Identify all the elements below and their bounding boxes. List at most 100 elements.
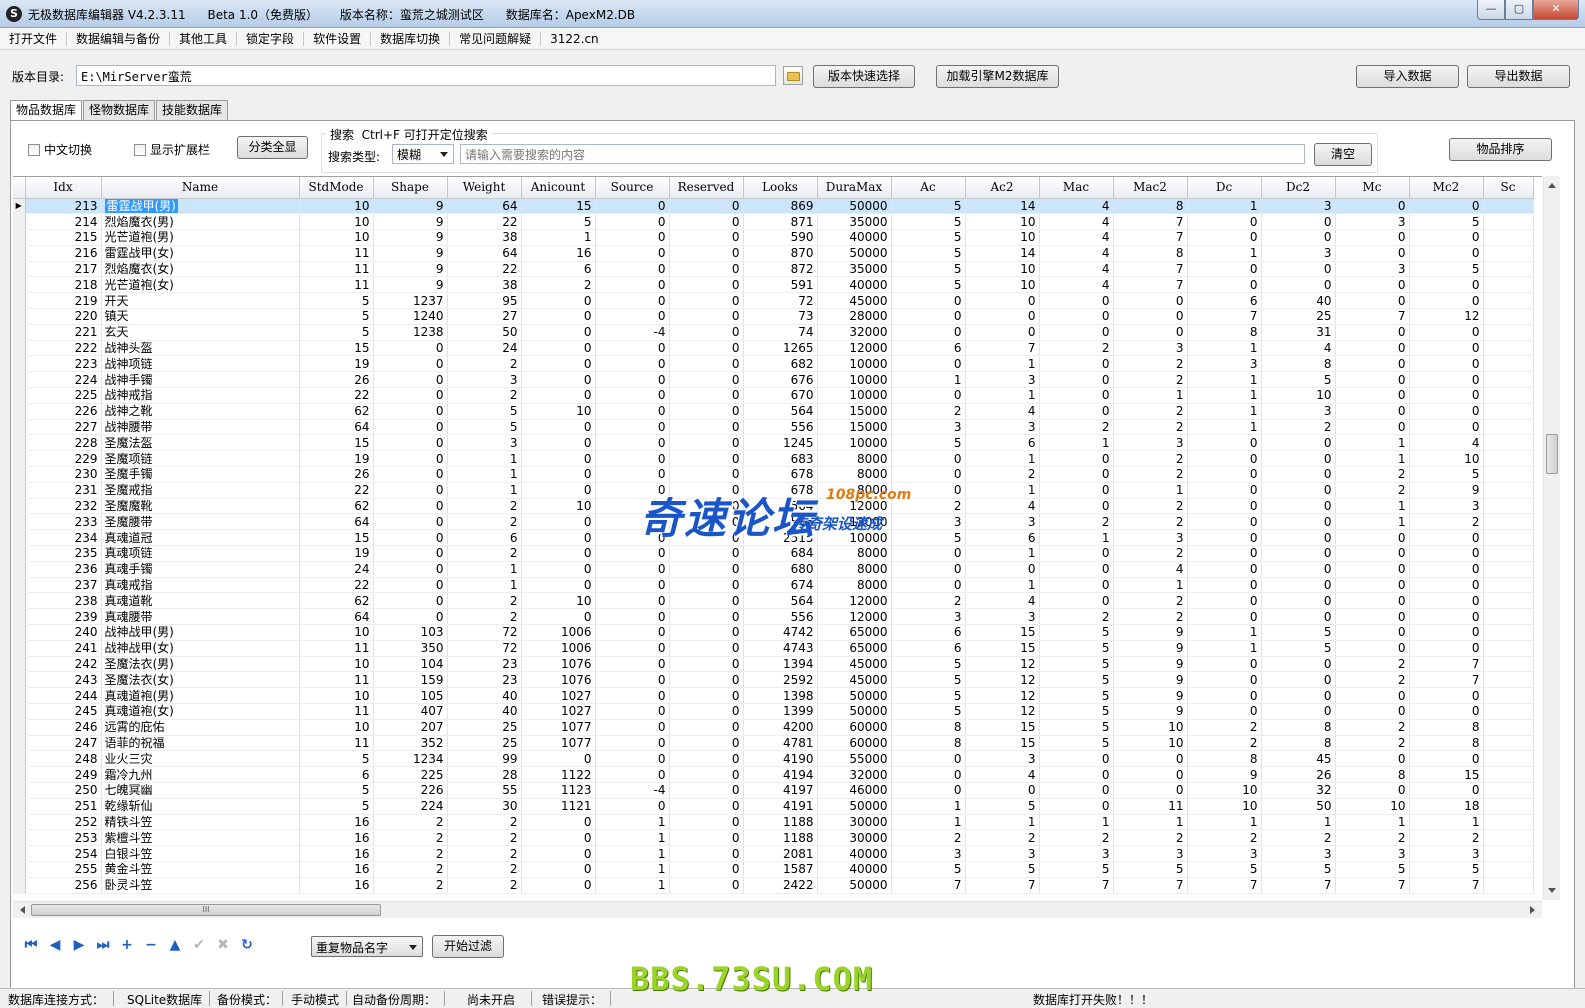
cell-mc2[interactable]: 0 — [1409, 640, 1484, 657]
cell-source[interactable]: 0 — [595, 640, 670, 657]
cell-name[interactable]: 真魂道袍(男) — [101, 687, 300, 704]
cell-mac2[interactable]: 2 — [1113, 450, 1188, 468]
cell-ac2[interactable]: 4 — [965, 403, 1040, 420]
cell-duramax[interactable]: 8000 — [817, 466, 892, 483]
cell-mc[interactable]: 0 — [1335, 229, 1410, 246]
cell-ac2[interactable]: 7 — [965, 877, 1040, 894]
cell-shape[interactable]: 226 — [373, 782, 448, 799]
row-indicator[interactable] — [13, 782, 26, 799]
cell-ac2[interactable]: 15 — [965, 640, 1040, 657]
cell-looks[interactable]: 870 — [743, 245, 818, 262]
maximize-icon[interactable]: ▢ — [1505, 0, 1533, 20]
cell-shape[interactable]: 2 — [373, 814, 448, 831]
cell-ac[interactable]: 5 — [891, 687, 966, 704]
cell-ac2[interactable]: 1 — [965, 482, 1040, 499]
cell-mc2[interactable]: 7 — [1409, 877, 1484, 894]
table-row[interactable]: 230 圣魔手镯 26 0 1 0 0 0 678 8000 0 2 0 2 0 0 2 5 — [13, 466, 1534, 483]
cell-mac[interactable]: 0 — [1039, 466, 1114, 483]
row-indicator[interactable] — [13, 861, 26, 878]
cell-mc[interactable]: 1 — [1335, 814, 1410, 831]
cell-stdmode[interactable]: 11 — [299, 261, 374, 278]
cell-ac2[interactable]: 5 — [965, 798, 1040, 815]
cell-mc[interactable]: 5 — [1335, 861, 1410, 878]
cell-mac2[interactable]: 2 — [1113, 545, 1188, 562]
cell-shape[interactable]: 105 — [373, 687, 448, 704]
cell-source[interactable]: 0 — [595, 387, 670, 404]
cell-stdmode[interactable]: 16 — [299, 845, 374, 862]
cell-looks[interactable]: 564 — [743, 498, 818, 515]
cell-dc[interactable]: 3 — [1187, 845, 1262, 862]
cell-weight[interactable]: 64 — [447, 245, 522, 262]
cell-ac2[interactable]: 6 — [965, 434, 1040, 452]
cell-stdmode[interactable]: 10 — [299, 213, 374, 231]
cell-stdmode[interactable]: 10 — [299, 229, 374, 246]
cell-mac[interactable]: 0 — [1039, 782, 1114, 799]
cell-anicount[interactable]: 0 — [521, 529, 596, 547]
vertical-scrollbar[interactable] — [1543, 176, 1560, 900]
table-row[interactable]: 243 圣魔法衣(女) 11 159 23 1076 0 0 2592 45000 5 12 5 9 0 0 2… — [13, 671, 1534, 689]
cell-idx[interactable]: 224 — [25, 371, 102, 389]
cell-mc2[interactable]: 0 — [1409, 687, 1484, 704]
cell-source[interactable]: 0 — [595, 513, 670, 531]
cell-anicount[interactable]: 0 — [521, 292, 596, 310]
cell-reserved[interactable]: 0 — [669, 213, 744, 231]
cell-name[interactable]: 乾缘斩仙 — [101, 798, 300, 815]
column-header-mc2[interactable]: Mc2 — [1409, 177, 1484, 199]
cell-looks[interactable]: 674 — [743, 577, 818, 594]
menu-edit-backup[interactable]: 数据编辑与备份 — [67, 31, 171, 46]
cell-mc2[interactable]: 0 — [1409, 371, 1484, 389]
cell-mac2[interactable]: 8 — [1113, 245, 1188, 262]
cell-mc[interactable]: 1 — [1335, 450, 1410, 468]
cell-dc2[interactable]: 8 — [1261, 355, 1336, 373]
cell-shape[interactable]: 103 — [373, 624, 448, 641]
cell-idx[interactable]: 226 — [25, 403, 102, 420]
cell-name[interactable]: 业火三灾 — [101, 750, 300, 768]
cell-dc2[interactable]: 2 — [1261, 419, 1336, 436]
tab-monster-db[interactable]: 怪物数据库 — [83, 100, 156, 120]
cell-anicount[interactable]: 1027 — [521, 687, 596, 704]
cell-mac2[interactable]: 2 — [1113, 403, 1188, 420]
cell-dc[interactable]: 2 — [1187, 735, 1262, 752]
row-indicator[interactable] — [13, 276, 26, 294]
cell-ac[interactable]: 5 — [891, 198, 966, 215]
cell-weight[interactable]: 5 — [447, 419, 522, 436]
table-row[interactable]: 247 语菲的祝福 11 352 25 1077 0 0 4781 60000 8 15 5 10 2 8 2 8 — [13, 735, 1534, 752]
cell-ac[interactable]: 3 — [891, 608, 966, 626]
cell-looks[interactable]: 4197 — [743, 782, 818, 799]
cell-idx[interactable]: 242 — [25, 656, 102, 673]
row-indicator[interactable] — [13, 845, 26, 862]
cell-dc[interactable]: 1 — [1187, 419, 1262, 436]
cell-mac2[interactable]: 0 — [1113, 750, 1188, 768]
cell-mac[interactable]: 5 — [1039, 656, 1114, 673]
row-indicator[interactable] — [13, 387, 26, 404]
table-row[interactable]: 252 精铁斗笠 16 2 2 0 1 0 1188 30000 1 1 1 1 1 1 1 1 — [13, 814, 1534, 831]
cell-shape[interactable]: 0 — [373, 419, 448, 436]
menu-faq[interactable]: 常见问题解疑 — [450, 31, 542, 46]
cell-name[interactable]: 雷霆战甲(女) — [101, 245, 300, 262]
cell-shape[interactable]: 0 — [373, 340, 448, 357]
cell-name[interactable]: 烈焰魔衣(女) — [101, 261, 300, 278]
cell-mc[interactable]: 0 — [1335, 608, 1410, 626]
cell-duramax[interactable]: 65000 — [817, 624, 892, 641]
cell-idx[interactable]: 233 — [25, 513, 102, 531]
cell-stdmode[interactable]: 15 — [299, 434, 374, 452]
cell-mac2[interactable]: 1 — [1113, 577, 1188, 594]
cell-sc[interactable] — [1483, 845, 1534, 862]
cell-anicount[interactable]: 1 — [521, 229, 596, 246]
cell-mac[interactable]: 0 — [1039, 498, 1114, 515]
cell-dc2[interactable]: 0 — [1261, 276, 1336, 294]
scroll-left-icon[interactable] — [16, 906, 25, 914]
cell-reserved[interactable]: 0 — [669, 861, 744, 878]
row-indicator[interactable] — [13, 577, 26, 594]
cell-dc[interactable]: 0 — [1187, 498, 1262, 515]
row-indicator[interactable] — [13, 371, 26, 389]
last-record-icon[interactable]: ⏭ — [93, 936, 113, 954]
column-header-source[interactable]: Source — [595, 177, 670, 199]
cell-idx[interactable]: 236 — [25, 561, 102, 578]
cell-source[interactable]: 0 — [595, 466, 670, 483]
row-indicator[interactable] — [13, 529, 26, 547]
cell-ac2[interactable]: 12 — [965, 703, 1040, 720]
table-row[interactable]: 231 圣魔戒指 22 0 1 0 0 0 678 8000 0 1 0 1 0 0 2 9 — [13, 482, 1534, 499]
cell-ac[interactable]: 2 — [891, 592, 966, 610]
cell-source[interactable]: 1 — [595, 845, 670, 862]
